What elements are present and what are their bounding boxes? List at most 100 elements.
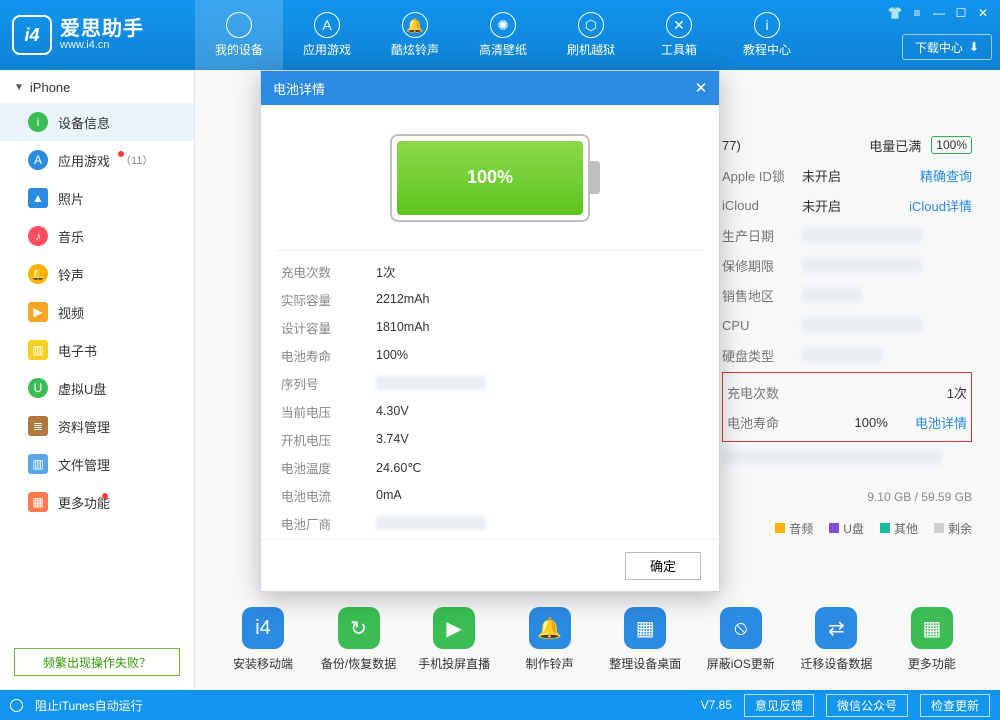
nav-label: 我的设备 — [215, 41, 263, 58]
tool-备份/恢复数据[interactable]: ↻备份/恢复数据 — [319, 607, 399, 672]
tool-icon: ▶ — [433, 607, 475, 649]
modal-title: 电池详情 — [273, 79, 325, 98]
tool-label: 整理设备桌面 — [609, 655, 681, 672]
nav-item-5[interactable]: ✕ 工具箱 — [635, 0, 723, 70]
battery-row: 序列号 — [281, 369, 699, 397]
tool-迁移设备数据[interactable]: ⇄迁移设备数据 — [796, 607, 876, 672]
sidebar-item-6[interactable]: ▥ 电子书 — [0, 331, 194, 369]
legend-item: 音频 — [775, 520, 813, 537]
nav-icon: ⬡ — [578, 12, 604, 38]
modal-titlebar: 电池详情 ✕ — [261, 71, 719, 105]
tool-icon: ▦ — [911, 607, 953, 649]
maximize-icon[interactable]: ☐ — [950, 4, 972, 22]
region-key: 销售地区 — [722, 286, 792, 305]
download-center-button[interactable]: 下载中心 ⬇ — [902, 34, 992, 60]
sidebar-icon: ▥ — [28, 340, 48, 360]
nav-item-3[interactable]: ✺高清壁纸 — [459, 0, 547, 70]
sidebar-label: 应用游戏 — [58, 151, 110, 170]
tool-制作铃声[interactable]: 🔔制作铃声 — [510, 607, 590, 672]
sidebar-icon: U — [28, 378, 48, 398]
sidebar-item-4[interactable]: 🔔 铃声 — [0, 255, 194, 293]
region-value — [802, 288, 862, 302]
tool-icon: ▦ — [624, 607, 666, 649]
itunes-toggle[interactable]: 阻止iTunes自动运行 — [35, 697, 143, 714]
battery-life-key: 电池寿命 — [727, 413, 797, 432]
row-value: 1次 — [376, 262, 395, 281]
appleid-query-link[interactable]: 精确查询 — [920, 166, 972, 185]
ok-button[interactable]: 确定 — [625, 552, 701, 580]
nav-item-4[interactable]: ⬡刷机越狱 — [547, 0, 635, 70]
sidebar-label: 电子书 — [58, 341, 97, 360]
row-key: 电池温度 — [281, 458, 376, 477]
mfg-date-value — [802, 228, 922, 242]
battery-highlight-box: 充电次数1次 电池寿命100% 电池详情 — [722, 372, 972, 442]
nav-icon: ✺ — [490, 12, 516, 38]
battery-row: 电池电流0mA — [281, 481, 699, 509]
legend-item: 其他 — [880, 520, 918, 537]
nav-label: 应用游戏 — [303, 41, 351, 58]
row-key: 电池寿命 — [281, 346, 376, 365]
app-header: i4 爱思助手 www.i4.cn 我的设备A应用游戏🔔酷炫铃声✺高清壁纸⬡刷机… — [0, 0, 1000, 70]
sidebar-label: 铃声 — [58, 265, 84, 284]
sidebar-icon: ▥ — [28, 454, 48, 474]
battery-row: 设计容量1810mAh — [281, 313, 699, 341]
shirt-icon[interactable]: 👕 — [884, 4, 906, 22]
nav-icon: i — [754, 12, 780, 38]
tool-屏蔽iOS更新[interactable]: ⦸屏蔽iOS更新 — [701, 607, 781, 672]
charge-count-value: 1次 — [947, 383, 967, 402]
appleid-key: Apple ID锁 — [722, 166, 792, 185]
sidebar-item-9[interactable]: ▥文件管理 — [0, 445, 194, 483]
modal-close-button[interactable]: ✕ — [685, 71, 717, 105]
check-update-button[interactable]: 检查更新 — [920, 694, 990, 717]
sidebar-item-7[interactable]: U虚拟U盘 — [0, 369, 194, 407]
sidebar-icon: 🔔 — [28, 264, 48, 284]
icloud-detail-link[interactable]: iCloud详情 — [909, 196, 972, 215]
sidebar-icon: A — [28, 150, 48, 170]
cpu-value — [802, 318, 922, 332]
circle-icon — [10, 699, 23, 712]
tool-更多功能[interactable]: ▦ 更多功能 — [892, 607, 972, 672]
row-key: 设计容量 — [281, 318, 376, 337]
sidebar-item-8[interactable]: ≣资料管理 — [0, 407, 194, 445]
battery-detail-link[interactable]: 电池详情 — [915, 413, 967, 432]
nav-item-2[interactable]: 🔔酷炫铃声 — [371, 0, 459, 70]
nav-item-0[interactable]: 我的设备 — [195, 0, 283, 70]
storage-legend: 音频U盘其他剩余 — [775, 520, 972, 537]
close-icon[interactable]: ✕ — [972, 4, 994, 22]
battery-row: 实际容量2212mAh — [281, 285, 699, 313]
tool-label: 备份/恢复数据 — [321, 655, 396, 672]
icloud-key: iCloud — [722, 198, 792, 213]
sidebar-item-5[interactable]: ▶视频 — [0, 293, 194, 331]
cpu-key: CPU — [722, 318, 792, 333]
wechat-button[interactable]: 微信公众号 — [826, 694, 908, 717]
feedback-button[interactable]: 意见反馈 — [744, 694, 814, 717]
nav-icon: ✕ — [666, 12, 692, 38]
sidebar-icon: ▦ — [28, 492, 48, 512]
sidebar-item-3[interactable]: ♪音乐 — [0, 217, 194, 255]
nav-icon — [226, 12, 252, 38]
sidebar-item-10[interactable]: ▦更多功能 — [0, 483, 194, 521]
menu-icon[interactable]: ≡ — [906, 4, 928, 22]
legend-item: U盘 — [829, 520, 864, 537]
sidebar-item-0[interactable]: i设备信息 — [0, 103, 194, 141]
sidebar-label: 照片 — [58, 189, 84, 208]
tool-安装移动端[interactable]: i4安装移动端 — [223, 607, 303, 672]
row-key: 序列号 — [281, 374, 376, 393]
nav-item-1[interactable]: A应用游戏 — [283, 0, 371, 70]
sidebar-count: （11） — [120, 152, 153, 168]
tool-整理设备桌面[interactable]: ▦ 整理设备桌面 — [605, 607, 685, 672]
nav-label: 工具箱 — [661, 41, 697, 58]
tool-label: 更多功能 — [908, 655, 956, 672]
warranty-key: 保修期限 — [722, 256, 792, 275]
nav-item-6[interactable]: i教程中心 — [723, 0, 811, 70]
sidebar: ▼ iPhone i设备信息 A 应用游戏 （11） ▲照片♪音乐 🔔 铃声 ▶视频 ▥ 电子书 U… — [0, 70, 195, 690]
nav-icon: 🔔 — [402, 12, 428, 38]
window-controls: 👕 ≡ — ☐ ✕ — [884, 4, 994, 22]
device-suffix: 77) — [722, 138, 741, 153]
minimize-icon[interactable]: — — [928, 4, 950, 22]
help-link[interactable]: 频繁出现操作失败？ — [14, 648, 180, 676]
sidebar-item-1[interactable]: A 应用游戏 （11） — [0, 141, 194, 179]
tool-手机投屏直播[interactable]: ▶手机投屏直播 — [414, 607, 494, 672]
sidebar-group-header[interactable]: ▼ iPhone — [0, 70, 194, 103]
sidebar-item-2[interactable]: ▲照片 — [0, 179, 194, 217]
